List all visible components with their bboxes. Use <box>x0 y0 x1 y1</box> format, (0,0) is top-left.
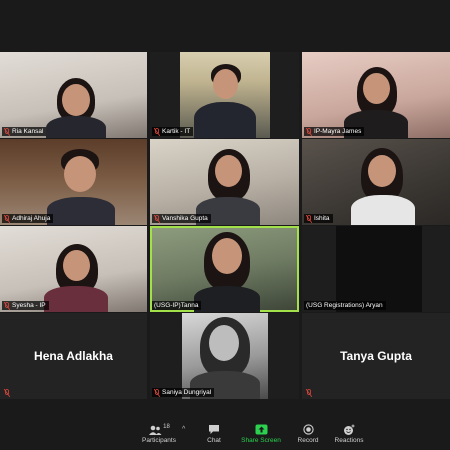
participant-tile[interactable]: Saniya Dungriyal <box>150 313 299 399</box>
reactions-button[interactable]: Reactions <box>324 422 374 449</box>
participant-tile[interactable]: IP-Mayra James <box>302 52 450 138</box>
meeting-toolbar: 18 Participants ^ Chat Share Screen Reco… <box>0 420 450 450</box>
participant-name-tag: Ria Kansal <box>2 127 47 136</box>
reactions-icon <box>344 424 355 435</box>
mic-muted-icon <box>154 388 160 397</box>
participant-video <box>192 145 264 225</box>
participant-tile[interactable]: (USG Registrations) Aryan <box>302 226 450 312</box>
participant-video <box>40 72 110 138</box>
participant-name: Ria Kansal <box>12 128 44 135</box>
participants-button[interactable]: 18 Participants <box>134 422 184 449</box>
participant-name: IP-Mayra James <box>314 128 362 135</box>
mic-muted-icon <box>4 301 10 310</box>
share-screen-label: Share Screen <box>241 437 281 444</box>
participant-count: 18 <box>163 423 170 430</box>
participant-name-tag: Syesha - IP <box>2 301 49 310</box>
participant-tile[interactable]: Tanya Gupta <box>302 313 450 399</box>
participant-tile[interactable]: Kartik - IT <box>150 52 299 138</box>
participant-name: Kartik - IT <box>162 128 191 135</box>
participant-name: Adhiraj Ahuja <box>12 215 51 222</box>
participant-name: (USG Registrations) Aryan <box>306 302 383 309</box>
mic-muted-icon <box>4 214 10 223</box>
mic-muted-icon <box>154 127 160 136</box>
video-gallery: Ria Kansal Kartik - IT IP-Mayra James Ad… <box>0 0 450 420</box>
participant-name-tag <box>2 389 13 397</box>
participant-name: Vanshika Gupta <box>162 215 208 222</box>
share-screen-button[interactable]: Share Screen <box>236 422 286 449</box>
participant-name-tag: (USG-IP)Tanna <box>152 301 202 310</box>
participant-name-tag: Ishita <box>304 214 333 223</box>
mic-muted-icon <box>306 389 312 397</box>
participants-label: Participants <box>142 437 176 444</box>
mic-muted-icon <box>4 127 10 136</box>
participant-tile[interactable]: Syesha - IP <box>0 226 147 312</box>
participants-menu-caret[interactable]: ^ <box>182 426 185 433</box>
participant-name-tag: (USG Registrations) Aryan <box>304 301 386 310</box>
participant-tile[interactable]: Vanshika Gupta <box>150 139 299 225</box>
participant-video <box>182 313 268 399</box>
participant-display-name: Tanya Gupta <box>340 349 412 363</box>
participant-video <box>336 226 422 312</box>
participant-name-tag: IP-Mayra James <box>304 127 365 136</box>
share-screen-icon <box>255 424 267 435</box>
record-label: Record <box>297 437 319 444</box>
chat-button[interactable]: Chat <box>189 422 239 449</box>
participant-tile[interactable]: Hena Adlakha <box>0 313 147 399</box>
mic-muted-icon <box>154 214 160 223</box>
participant-video <box>190 230 264 312</box>
participant-video <box>40 240 112 312</box>
participant-tile[interactable]: Ishita <box>302 139 450 225</box>
participant-tile[interactable]: Ria Kansal <box>0 52 147 138</box>
participant-tile-active-speaker[interactable]: (USG-IP)Tanna <box>150 226 299 312</box>
participant-name: (USG-IP)Tanna <box>154 302 199 309</box>
participant-display-name: Hena Adlakha <box>34 349 113 363</box>
participant-name: Saniya Dungriyal <box>162 389 212 396</box>
participant-video <box>45 147 117 225</box>
participant-name-tag: Kartik - IT <box>152 127 194 136</box>
record-icon <box>302 424 314 435</box>
participant-name-tag: Saniya Dungriyal <box>152 388 215 397</box>
chat-label: Chat <box>207 437 221 444</box>
participant-name-tag: Vanshika Gupta <box>152 214 211 223</box>
mic-muted-icon <box>306 127 312 136</box>
participant-name-tag: Adhiraj Ahuja <box>2 214 54 223</box>
participants-icon <box>149 425 162 435</box>
participant-name: Syesha - IP <box>12 302 46 309</box>
participant-video <box>180 52 270 138</box>
participant-video <box>347 145 419 225</box>
participant-name: Ishita <box>314 215 330 222</box>
mic-muted-icon <box>4 389 10 397</box>
reactions-label: Reactions <box>334 437 364 444</box>
participant-name-tag <box>304 389 315 397</box>
mic-muted-icon <box>306 214 312 223</box>
participant-tile[interactable]: Adhiraj Ahuja <box>0 139 147 225</box>
chat-icon <box>209 425 219 434</box>
